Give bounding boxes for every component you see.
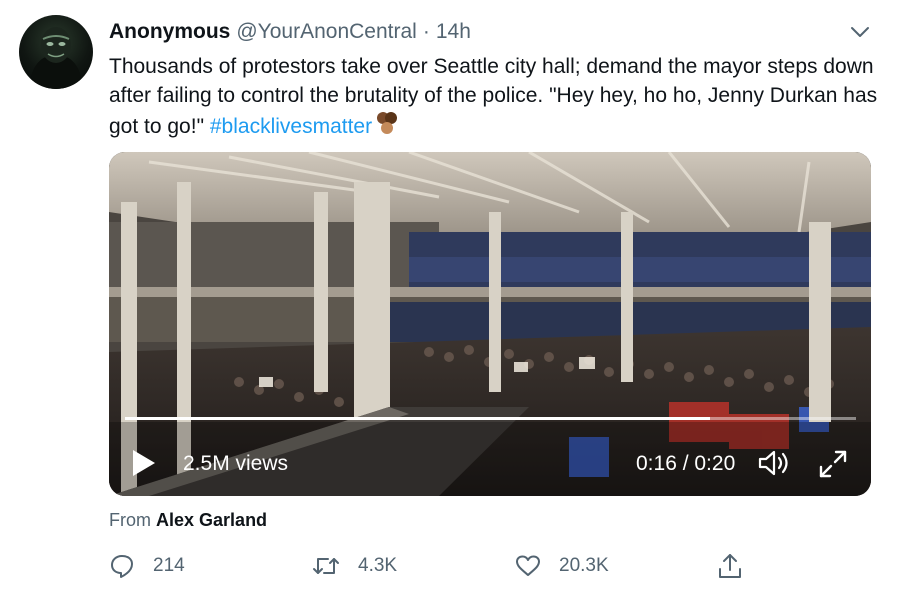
attribution-prefix: From xyxy=(109,510,151,530)
play-icon[interactable] xyxy=(129,448,157,478)
reply-button[interactable]: 214 xyxy=(109,548,185,584)
fullscreen-icon[interactable] xyxy=(817,448,849,480)
retweet-count: 4.3K xyxy=(358,555,398,576)
video-time: 0:16 / 0:20 xyxy=(636,452,736,475)
header-separator: · xyxy=(422,20,430,43)
video-progress-fill xyxy=(125,417,710,420)
author-name[interactable]: Anonymous xyxy=(109,20,230,44)
tweet-timestamp[interactable]: 14h xyxy=(436,20,471,44)
attribution-name[interactable]: Alex Garland xyxy=(156,510,267,530)
video-progress-bar[interactable] xyxy=(125,417,856,420)
tweet-text: Thousands of protestors take over Seattl… xyxy=(109,52,879,141)
volume-icon[interactable] xyxy=(757,448,793,478)
video-frame xyxy=(109,152,871,496)
video-player[interactable]: 2.5M views 0:16 / 0:20 xyxy=(109,152,871,496)
avatar[interactable] xyxy=(19,15,93,89)
heart-icon xyxy=(516,555,540,576)
tweet-actions: 214 4.3K 20.3K xyxy=(109,548,889,584)
retweet-icon xyxy=(313,558,339,574)
author-handle[interactable]: @YourAnonCentral xyxy=(236,20,417,44)
reply-count: 214 xyxy=(153,555,185,576)
retweet-button[interactable]: 4.3K xyxy=(312,548,397,584)
media-attribution: From Alex Garland xyxy=(109,510,267,531)
like-button[interactable]: 20.3K xyxy=(515,548,609,584)
reply-icon xyxy=(111,555,133,578)
like-count: 20.3K xyxy=(559,555,609,576)
hashtag-link[interactable]: #blacklivesmatter xyxy=(210,115,372,138)
share-button[interactable] xyxy=(717,548,761,584)
share-icon xyxy=(719,554,741,578)
tweet: Anonymous @YourAnonCentral · 14h Thousan… xyxy=(0,0,901,597)
view-count: 2.5M views xyxy=(183,452,289,475)
raised-fists-emoji-icon xyxy=(377,112,398,134)
chevron-down-icon[interactable] xyxy=(848,20,872,44)
tweet-header: Anonymous @YourAnonCentral · 14h xyxy=(109,18,471,46)
